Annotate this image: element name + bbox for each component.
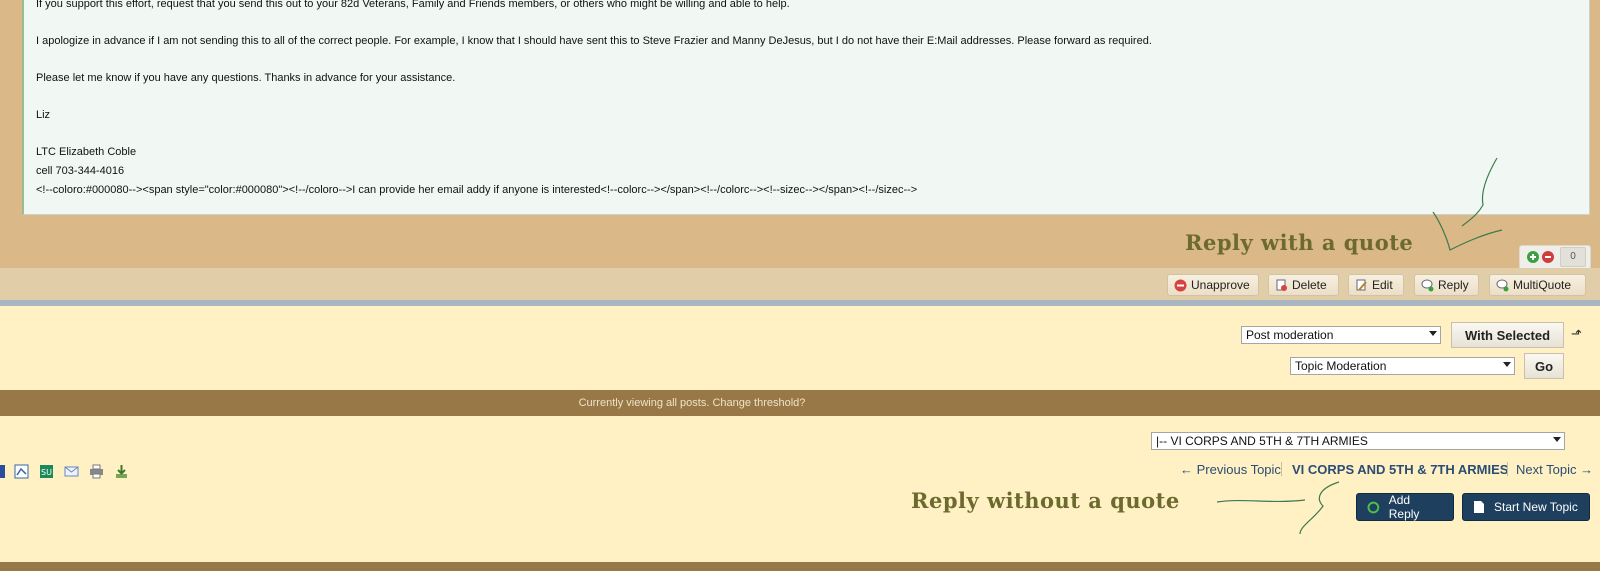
post-body (22, 0, 1590, 215)
svg-text:SU: SU (41, 468, 52, 477)
chevron-down-icon (1429, 331, 1437, 336)
unapprove-icon (1174, 279, 1187, 291)
print-icon[interactable] (89, 464, 104, 479)
edit-label: Edit (1372, 278, 1393, 292)
post-line: cell 703-344-4016 (36, 165, 125, 177)
forum-jump-select[interactable]: |-- VI CORPS AND 5TH & 7TH ARMIES (1151, 432, 1565, 450)
post-moderation-select[interactable]: Post moderation (1241, 326, 1441, 344)
download-icon[interactable] (114, 464, 129, 479)
post-line: LTC Elizabeth Coble (36, 146, 137, 158)
multiquote-label: MultiQuote (1513, 278, 1572, 292)
post-line: Please let me know if you have any quest… (36, 72, 456, 84)
delete-icon (1276, 279, 1287, 291)
next-topic-link[interactable]: Next Topic → (1516, 462, 1593, 477)
post-line: <!--coloro:#000080--><span style="color:… (36, 184, 918, 196)
annotation-arrow (1432, 157, 1503, 251)
add-reply-button[interactable]: Add Reply (1356, 493, 1454, 521)
post-line: If you support this effort, request that… (36, 0, 790, 10)
unapprove-label: Unapprove (1191, 278, 1250, 292)
delete-label: Delete (1292, 278, 1327, 292)
divider (0, 300, 1600, 306)
reply-button[interactable]: Reply (1414, 274, 1479, 296)
refresh-icon (1367, 501, 1380, 513)
multiquote-button[interactable]: MultiQuote (1489, 274, 1586, 296)
start-new-topic-button[interactable]: Start New Topic (1462, 493, 1590, 521)
post-line: Liz (36, 109, 51, 121)
annotation-reply-without-quote: Reply without a quote (911, 488, 1180, 513)
chevron-down-icon (1503, 362, 1511, 367)
rep-plus-icon[interactable] (1526, 250, 1540, 264)
topic-moderation-value: Topic Moderation (1295, 359, 1387, 373)
with-selected-button[interactable]: With Selected (1451, 322, 1564, 348)
stumbleupon-icon[interactable]: SU (39, 464, 54, 479)
unapprove-button[interactable]: Unapprove (1167, 274, 1259, 296)
rep-minus-icon[interactable] (1541, 250, 1555, 264)
reply-icon (1421, 279, 1434, 291)
new-document-icon (1474, 501, 1484, 513)
footer-bar (0, 562, 1600, 571)
forum-jump-value: |-- VI CORPS AND 5TH & 7TH ARMIES (1156, 434, 1368, 448)
go-button[interactable]: Go (1524, 353, 1564, 379)
change-threshold-link[interactable]: Currently viewing all posts. Change thre… (0, 390, 1384, 416)
edit-button[interactable]: Edit (1348, 274, 1404, 296)
divider (1281, 462, 1282, 476)
reply-label: Reply (1438, 278, 1469, 292)
reputation-count: 0 (1560, 247, 1586, 267)
annotation-arrow (1216, 481, 1340, 535)
delete-button[interactable]: Delete (1268, 274, 1339, 296)
facebook-icon[interactable] (0, 464, 10, 479)
email-icon[interactable] (64, 464, 79, 479)
post-line: I apologize in advance if I am not sendi… (36, 35, 1152, 47)
current-topic-link[interactable]: VI CORPS AND 5TH & 7TH ARMIES (1292, 462, 1508, 477)
topic-moderation-select[interactable]: Topic Moderation (1290, 357, 1515, 375)
digg-icon[interactable] (14, 464, 29, 479)
divider (1507, 462, 1508, 476)
start-new-topic-label: Start New Topic (1494, 500, 1578, 514)
annotation-reply-with-quote: Reply with a quote (1185, 230, 1414, 255)
previous-topic-link[interactable]: ← Previous Topic (1180, 462, 1281, 477)
add-reply-label: Add Reply (1388, 493, 1420, 521)
arrow-icon: ⬏ (1571, 326, 1582, 341)
edit-icon (1356, 279, 1367, 291)
multiquote-icon (1496, 279, 1509, 291)
chevron-down-icon (1553, 437, 1561, 442)
post-moderation-value: Post moderation (1246, 328, 1334, 342)
